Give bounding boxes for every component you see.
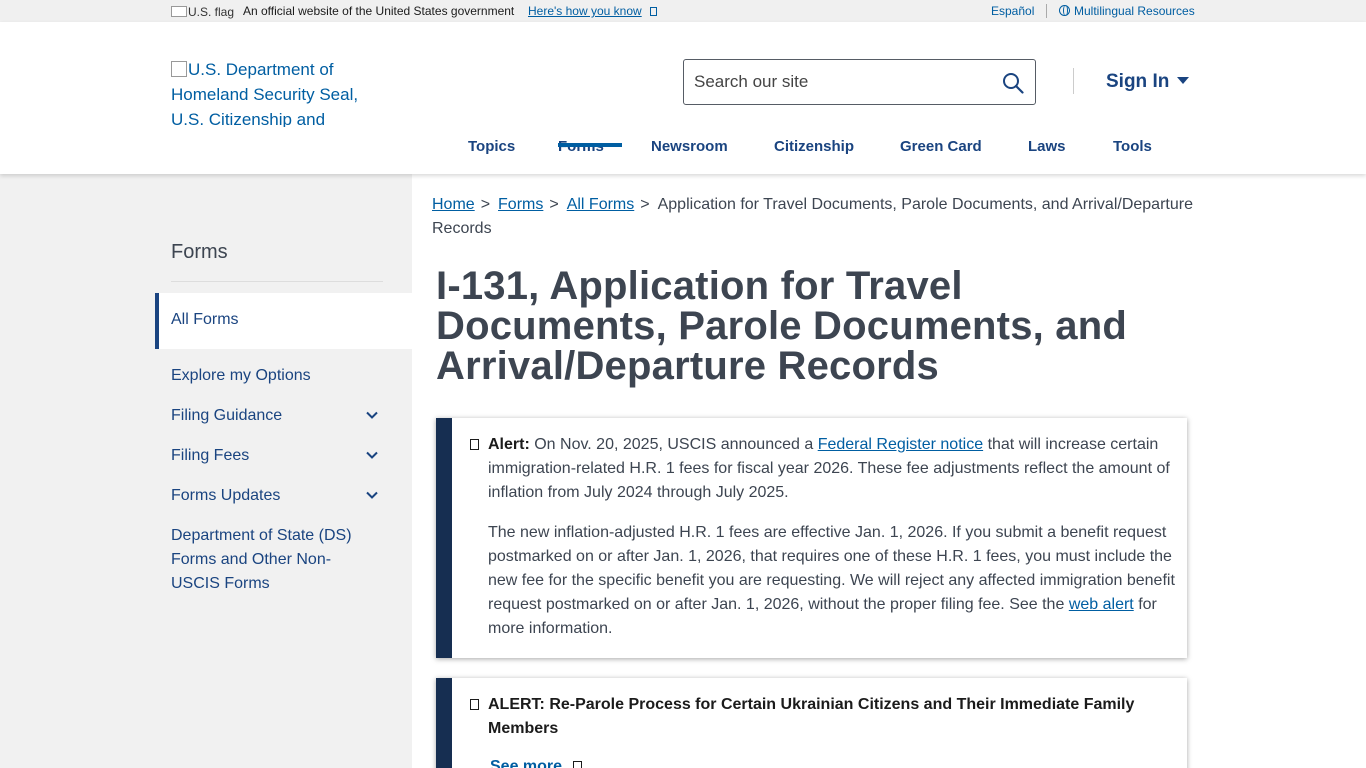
broken-image-icon bbox=[171, 61, 187, 77]
sidebar-title: Forms bbox=[171, 241, 228, 263]
alert-paragraph-2: The new inflation-adjusted H.R. 1 fees a… bbox=[488, 524, 1175, 637]
chevron-down-icon[interactable] bbox=[366, 409, 378, 421]
espanol-link[interactable]: Español bbox=[991, 4, 1034, 18]
uscis-logo[interactable]: U.S. Department of Homeland Security Sea… bbox=[171, 57, 371, 127]
page-title: I-131, Application for Travel Documents,… bbox=[436, 264, 1127, 388]
us-flag-icon: U.S. flag bbox=[171, 5, 234, 19]
globe-icon bbox=[1059, 5, 1070, 16]
sidebar-item-filing-guidance[interactable]: Filing Guidance bbox=[171, 404, 282, 428]
ukrainian-parole-alert: ALERT: Re-Parole Process for Certain Ukr… bbox=[436, 678, 1187, 768]
nav-topics[interactable]: Topics bbox=[468, 138, 515, 155]
nav-green-card[interactable]: Green Card bbox=[900, 138, 982, 155]
expand-icon bbox=[649, 7, 657, 16]
federal-register-link[interactable]: Federal Register notice bbox=[818, 436, 983, 453]
multilingual-resources-link[interactable]: Multilingual Resources bbox=[1059, 4, 1195, 18]
expand-icon bbox=[572, 761, 582, 768]
breadcrumb-home[interactable]: Home bbox=[432, 196, 475, 213]
breadcrumb-current: Application for Travel Documents, Parole… bbox=[432, 196, 1193, 237]
heres-how-you-know-link[interactable]: Here's how you know bbox=[528, 4, 657, 18]
site-header: U.S. Department of Homeland Security Sea… bbox=[0, 22, 1366, 174]
nav-tools[interactable]: Tools bbox=[1113, 138, 1152, 155]
chevron-down-icon[interactable] bbox=[366, 449, 378, 461]
sidebar-item-filing-fees[interactable]: Filing Fees bbox=[171, 444, 249, 468]
header-divider bbox=[1073, 68, 1074, 94]
official-site-text: An official website of the United States… bbox=[243, 4, 515, 18]
sidebar-item-forms-updates[interactable]: Forms Updates bbox=[171, 484, 280, 508]
sign-in-button[interactable]: Sign In bbox=[1106, 71, 1190, 93]
breadcrumb: Home > Forms > All Forms > Application for Tra… bbox=[432, 196, 1193, 237]
sidebar-item-explore-options[interactable]: Explore my Options bbox=[171, 364, 311, 388]
sidebar-item-all-forms[interactable]: All Forms bbox=[155, 293, 412, 349]
caret-down-icon bbox=[1177, 77, 1190, 84]
nav-active-indicator bbox=[558, 143, 622, 147]
sidebar-item-ds-forms[interactable]: Department of State (DS) Forms and Other… bbox=[171, 524, 371, 596]
banner-divider bbox=[1046, 4, 1047, 18]
alert-icon bbox=[470, 439, 479, 450]
alert-heading: ALERT: Re-Parole Process for Certain Ukr… bbox=[488, 696, 1135, 737]
nav-newsroom[interactable]: Newsroom bbox=[651, 138, 728, 155]
see-more-button[interactable]: See more bbox=[490, 758, 582, 768]
fee-alert: Alert: On Nov. 20, 2025, USCIS announced… bbox=[436, 418, 1187, 658]
gov-banner: U.S. flag An official website of the Uni… bbox=[0, 0, 1366, 22]
breadcrumb-all-forms[interactable]: All Forms bbox=[567, 196, 635, 213]
search-input[interactable] bbox=[694, 71, 984, 93]
chevron-down-icon[interactable] bbox=[366, 489, 378, 501]
sidebar: Forms All Forms Explore my Options Filin… bbox=[0, 174, 412, 768]
search-field[interactable] bbox=[683, 59, 1036, 105]
alert-paragraph-1: Alert: On Nov. 20, 2025, USCIS announced… bbox=[488, 436, 1170, 501]
nav-citizenship[interactable]: Citizenship bbox=[774, 138, 854, 155]
web-alert-link[interactable]: web alert bbox=[1069, 596, 1134, 613]
alert-icon bbox=[470, 699, 479, 710]
nav-laws[interactable]: Laws bbox=[1028, 138, 1066, 155]
sidebar-divider bbox=[171, 281, 383, 282]
search-icon[interactable] bbox=[1002, 72, 1024, 94]
breadcrumb-forms[interactable]: Forms bbox=[498, 196, 543, 213]
